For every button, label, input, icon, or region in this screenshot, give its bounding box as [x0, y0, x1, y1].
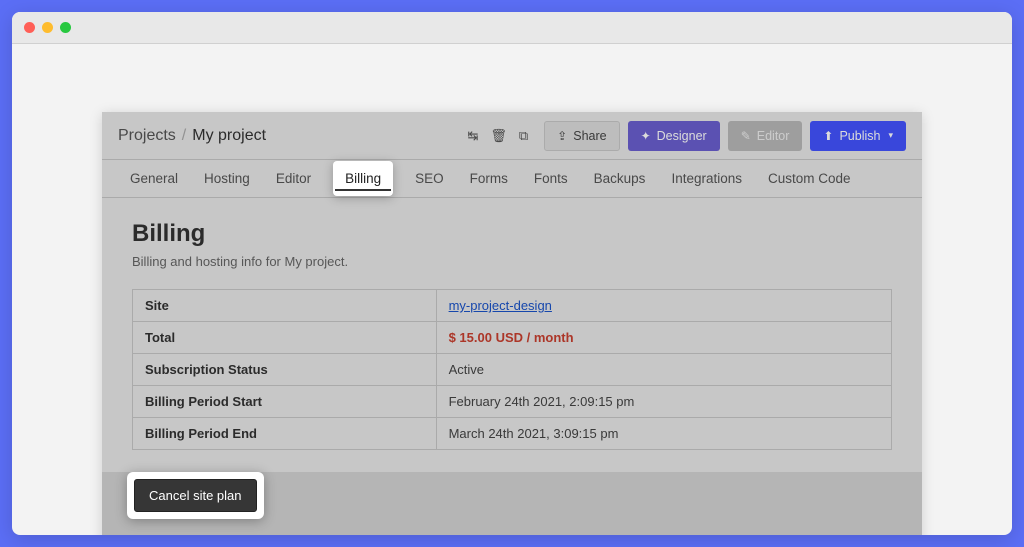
tab-general[interactable]: General: [126, 161, 182, 196]
chevron-down-icon: ▾: [888, 130, 893, 141]
billing-table: Site my-project-design Total $ 15.00 USD…: [132, 289, 892, 450]
table-row: Site my-project-design: [133, 290, 892, 322]
tab-hosting[interactable]: Hosting: [200, 161, 254, 196]
tab-custom-code[interactable]: Custom Code: [764, 161, 855, 196]
app-header: Projects / My project ↹ 🗑 ⧉ ⇪ Share ✦ De…: [102, 112, 922, 160]
header-actions: ↹ 🗑 ⧉ ⇪ Share ✦ Designer ✎ Editor ⬆: [467, 121, 906, 151]
page-subtitle: Billing and hosting info for My project.: [132, 254, 892, 269]
publish-button[interactable]: ⬆ Publish ▾: [810, 121, 906, 151]
cancel-site-plan-button[interactable]: Cancel site plan: [134, 479, 257, 512]
editor-button: ✎ Editor: [728, 121, 803, 151]
window-minimize-icon[interactable]: [42, 22, 53, 33]
toolbar-icons: ↹ 🗑 ⧉: [467, 128, 528, 144]
table-row: Billing Period End March 24th 2021, 3:09…: [133, 418, 892, 450]
designer-label: Designer: [657, 129, 707, 143]
breadcrumb: Projects / My project: [118, 127, 266, 145]
tab-billing[interactable]: Billing: [333, 161, 393, 196]
rocket-icon: ⬆: [823, 129, 833, 143]
magic-wand-icon: ✦: [641, 129, 651, 143]
row-value-end: March 24th 2021, 3:09:15 pm: [436, 418, 891, 450]
window-zoom-icon[interactable]: [60, 22, 71, 33]
table-row: Total $ 15.00 USD / month: [133, 322, 892, 354]
publish-label: Publish: [839, 129, 880, 143]
row-label-end: Billing Period End: [133, 418, 437, 450]
breadcrumb-root[interactable]: Projects: [118, 127, 176, 145]
tab-integrations[interactable]: Integrations: [667, 161, 746, 196]
row-label-site: Site: [133, 290, 437, 322]
row-value-site: my-project-design: [436, 290, 891, 322]
tab-seo[interactable]: SEO: [411, 161, 448, 196]
page-title: Billing: [132, 220, 892, 248]
row-label-total: Total: [133, 322, 437, 354]
cancel-highlight: Cancel site plan: [127, 472, 264, 519]
row-label-status: Subscription Status: [133, 354, 437, 386]
share-button[interactable]: ⇪ Share: [544, 121, 619, 151]
tab-forms[interactable]: Forms: [466, 161, 512, 196]
tab-editor[interactable]: Editor: [272, 161, 315, 196]
breadcrumb-current: My project: [192, 127, 266, 145]
designer-button[interactable]: ✦ Designer: [628, 121, 720, 151]
browser-window: Projects / My project ↹ 🗑 ⧉ ⇪ Share ✦ De…: [12, 12, 1012, 535]
browser-chrome: [12, 12, 1012, 44]
table-row: Subscription Status Active: [133, 354, 892, 386]
row-value-start: February 24th 2021, 2:09:15 pm: [436, 386, 891, 418]
editor-label: Editor: [757, 129, 790, 143]
duplicate-icon[interactable]: ⧉: [519, 128, 528, 144]
tab-fonts[interactable]: Fonts: [530, 161, 572, 196]
tab-backups[interactable]: Backups: [590, 161, 650, 196]
site-link[interactable]: my-project-design: [449, 298, 552, 313]
transfer-icon[interactable]: ↹: [467, 128, 478, 144]
row-value-status: Active: [436, 354, 891, 386]
billing-panel: Billing Billing and hosting info for My …: [102, 198, 922, 472]
table-row: Billing Period Start February 24th 2021,…: [133, 386, 892, 418]
share-label: Share: [573, 129, 606, 143]
trash-icon[interactable]: 🗑: [490, 128, 507, 144]
row-label-start: Billing Period Start: [133, 386, 437, 418]
share-icon: ⇪: [557, 129, 567, 143]
tabs-row: General Hosting Editor Billing SEO Forms…: [102, 160, 922, 198]
traffic-lights: [24, 22, 71, 33]
breadcrumb-separator: /: [182, 127, 186, 145]
row-value-total: $ 15.00 USD / month: [436, 322, 891, 354]
window-close-icon[interactable]: [24, 22, 35, 33]
pencil-icon: ✎: [741, 129, 751, 143]
